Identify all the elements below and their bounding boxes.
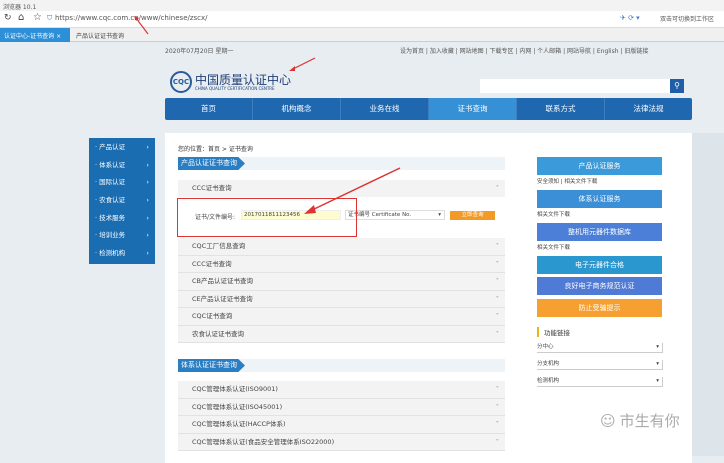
accordion-row[interactable]: CQC管理体系认证(HACCP体系) ˅ <box>178 416 505 434</box>
search-input[interactable] <box>480 79 670 93</box>
service-button[interactable]: 良好电子商务规范认证 <box>537 277 662 295</box>
accordion-row[interactable]: CQC管理体系认证(食品安全管理体系ISO22000) ˅ <box>178 433 505 451</box>
window-title: 浏览器 10.1 <box>0 0 724 11</box>
branch-select[interactable]: 分中心 ▾ <box>537 343 663 353</box>
branch-org-select[interactable]: 分支机构 ▾ <box>537 360 663 370</box>
main-nav: 首页 机构概念 业务在线 证书查询 联系方式 法律法规 <box>165 98 692 120</box>
home-icon[interactable]: ⌂ <box>18 12 24 23</box>
nav-business[interactable]: 业务在线 <box>341 98 429 120</box>
row-label: CQC管理体系认证(食品安全管理体系ISO22000) <box>192 437 335 446</box>
right-margin <box>692 133 724 456</box>
close-icon[interactable]: × <box>56 33 61 40</box>
breadcrumb: 您的位置：首页 > 证书查询 <box>178 146 253 153</box>
row-label: CCC证书查询 <box>192 259 232 268</box>
date-text: 2020年07月20日 星期一 <box>165 48 234 55</box>
nav-cert-query[interactable]: 证书查询 <box>429 98 517 120</box>
row-label: CQC管理体系认证(ISO45001) <box>192 402 283 411</box>
chevron-down-icon: ˅ <box>495 437 499 446</box>
nav-home[interactable]: 首页 <box>165 98 253 120</box>
accordion-row[interactable]: CQC管理体系认证(ISO45001) ˅ <box>178 398 505 416</box>
row-label: CQC证书查询 <box>192 312 233 320</box>
row-label: CQC工厂信息查询 <box>192 242 246 250</box>
accordion-row[interactable]: 农食认证证书查询 ˅ <box>178 325 505 343</box>
wechat-icon: ☺ <box>600 411 616 430</box>
accordion-row[interactable]: CCC证书查询 ˅ <box>178 255 505 273</box>
tab-bar: 认证中心-证书查询 × 产品认证证书查询 <box>0 28 724 42</box>
query-button[interactable]: 立即查询 <box>450 211 495 220</box>
sidebar: · 产品认证 › · 体系认证 › · 国际认证 › · 农食认证 › · 技术服务 › … <box>89 138 155 264</box>
download-link[interactable]: 相关文件下载 <box>537 243 570 251</box>
service-button[interactable]: 电子元器件合格 <box>537 256 662 274</box>
tab-cert-query[interactable]: 认证中心-证书查询 × <box>0 28 70 42</box>
shield-icon: ⛉ <box>47 14 53 22</box>
nav-law[interactable]: 法律法规 <box>605 98 692 120</box>
chevron-down-icon: ˅ <box>495 259 499 268</box>
chevron-down-icon: ˅ <box>495 329 499 338</box>
row-label: 农食认证证书查询 <box>192 329 244 338</box>
accordion-row[interactable]: CQC工厂信息查询 ˅ <box>178 238 505 256</box>
chevron-down-icon: ˅ <box>495 242 499 250</box>
sidebar-item[interactable]: · 农食认证 › <box>89 192 155 210</box>
service-button[interactable]: 整机用元器件数据库 <box>537 223 662 241</box>
accordion-row[interactable]: CQC证书查询 ˅ <box>178 308 505 326</box>
sidebar-item[interactable]: · 培训业务 › <box>89 227 155 245</box>
red-arrow-annotation <box>304 167 401 214</box>
red-arrow-annotation <box>289 57 316 71</box>
lab-select[interactable]: 检测机构 ▾ <box>537 377 663 387</box>
accordion-row[interactable]: CQC管理体系认证(ISO9001) ˅ <box>178 381 505 399</box>
red-arrow-annotation <box>134 16 149 35</box>
top-links[interactable]: 设为首页 | 加入收藏 | 网站地图 | 下载专区 | 内网 | 个人邮箱 | … <box>400 46 648 55</box>
sidebar-item[interactable]: · 检测机构 › <box>89 245 155 263</box>
tab-product-cert[interactable]: 产品认证证书查询 <box>72 28 182 42</box>
star-icon[interactable]: ☆ <box>33 12 42 23</box>
extension-text[interactable]: 双击可切换到工作区 <box>660 14 714 23</box>
sidebar-item[interactable]: · 技术服务 › <box>89 210 155 228</box>
logo[interactable]: CQC 中国质量认证中心 CHINA QUALITY CERTIFICATION … <box>170 70 291 94</box>
accordion-row[interactable]: CE产品认证证书查询 ˅ <box>178 290 505 308</box>
watermark: ☺ 市生有你 <box>600 411 680 431</box>
accordion-row[interactable]: CB产品认证证书查询 ˅ <box>178 273 505 291</box>
sidebar-item[interactable]: · 体系认证 › <box>89 157 155 175</box>
function-links-title: 功能链接 <box>537 327 570 337</box>
search-icon[interactable]: ⚲ <box>670 79 684 93</box>
service-button[interactable]: 体系认证服务 <box>537 190 662 208</box>
sidebar-item[interactable]: · 产品认证 › <box>89 139 155 157</box>
chevron-down-icon: ˅ <box>495 312 499 320</box>
nav-about[interactable]: 机构概念 <box>253 98 341 120</box>
tab-label: 认证中心-证书查询 <box>4 33 55 40</box>
row-label: CB产品认证证书查询 <box>192 277 253 285</box>
chevron-down-icon: ˅ <box>495 402 499 411</box>
logo-name: 中国质量认证中心 <box>195 72 292 87</box>
refresh-icon[interactable]: ↻ <box>4 13 12 23</box>
nav-contact[interactable]: 联系方式 <box>517 98 605 120</box>
download-link[interactable]: 安全须知 | 相关文件下载 <box>537 177 597 185</box>
service-button[interactable]: 防止受骗提示 <box>537 299 662 317</box>
row-label: CE产品认证证书查询 <box>192 294 253 303</box>
chevron-down-icon: ˅ <box>495 420 499 428</box>
chevron-down-icon: ˅ <box>495 294 499 303</box>
address-bar-row: ↻ ⌂ ☆ ⛉ https://www.cqc.com.cn/www/chine… <box>0 11 724 28</box>
row-label: CQC管理体系认证(HACCP体系) <box>192 420 286 428</box>
cqc-seal-icon: CQC <box>170 71 192 93</box>
service-button[interactable]: 产品认证服务 <box>537 157 662 175</box>
extension-icon[interactable]: ✈ ⟳ ▾ <box>620 14 640 22</box>
system-section-header: 体系认证证书查询 <box>178 359 505 372</box>
chevron-down-icon: ˅ <box>495 277 499 285</box>
row-label: CQC管理体系认证(ISO9001) <box>192 385 278 393</box>
chevron-down-icon: ˅ <box>495 385 499 393</box>
sidebar-item[interactable]: · 国际认证 › <box>89 174 155 192</box>
download-link[interactable]: 相关文件下载 <box>537 210 570 218</box>
